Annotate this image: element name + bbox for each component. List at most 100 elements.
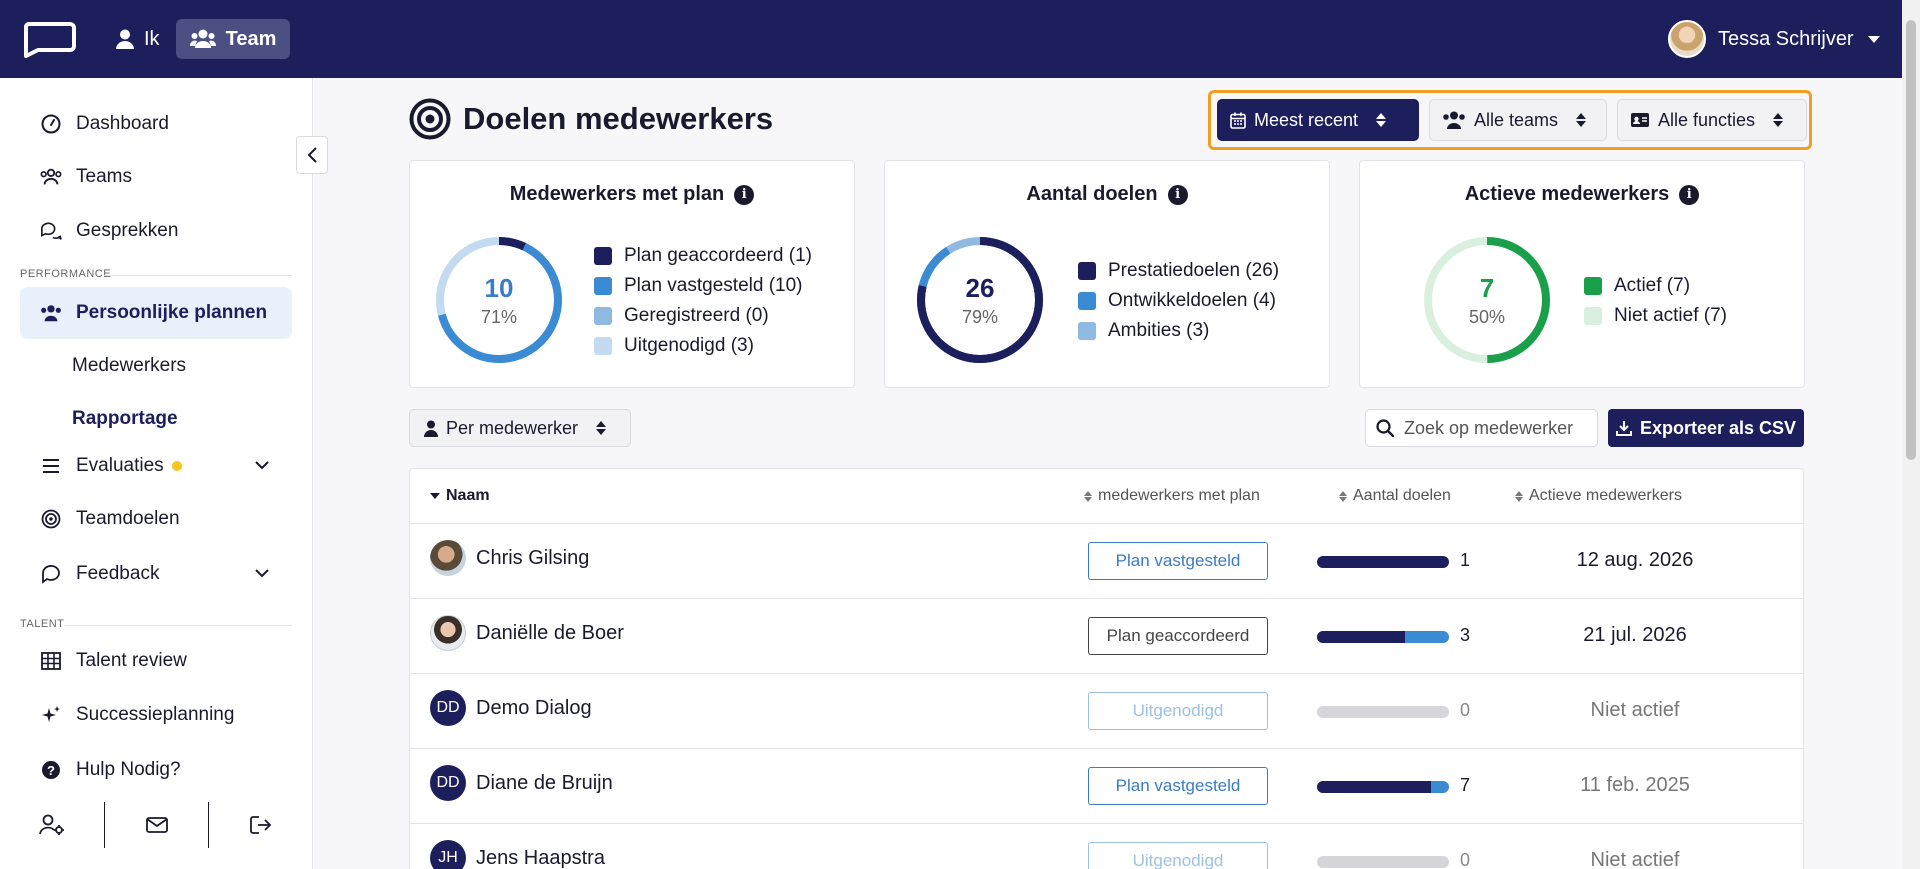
search-input[interactable]	[1404, 417, 1584, 439]
column-header-naam[interactable]: Naam	[430, 487, 490, 505]
legend-label: Actief (7)	[1614, 275, 1691, 296]
employee-name-cell: Chris Gilsing	[430, 540, 589, 576]
legend-item: Geregistreerd (0)	[594, 301, 812, 331]
legend-actief: Actief (7) Niet actief (7)	[1584, 271, 1727, 331]
column-header-label: Actieve medewerkers	[1529, 487, 1682, 504]
goals-count: 0	[1460, 700, 1471, 720]
status-badge: Uitgenodigd	[1088, 692, 1268, 730]
goals-count: 3	[1460, 625, 1471, 645]
sidebar-item-teams[interactable]: Teams	[20, 154, 292, 200]
card-medewerkers-met-plan: Medewerkers met plan i 10 71% Plan geacc…	[409, 160, 855, 388]
last-active-date: Niet actief	[1590, 849, 1680, 869]
sort-icon	[1084, 490, 1092, 502]
logout-button[interactable]	[209, 800, 313, 850]
per-medewerker-label: Per medewerker	[446, 417, 579, 438]
sidebar-item-feedback[interactable]: Feedback	[20, 551, 292, 597]
sidebar-item-persoonlijke-plannen[interactable]: Persoonlijke plannen	[20, 287, 292, 339]
nav-team-button[interactable]: Team	[176, 19, 290, 59]
sort-icon	[1339, 490, 1347, 502]
teams-select-value: Alle teams	[1474, 109, 1559, 130]
legend-swatch	[1078, 262, 1096, 280]
employee-name-cell: Daniëlle de Boer	[430, 615, 624, 651]
table-row[interactable]: JH Jens Haapstra Uitgenodigd 0 Niet actie…	[410, 824, 1803, 869]
sidebar-subitem-medewerkers[interactable]: Medewerkers	[72, 355, 186, 377]
nav-ik-button[interactable]: Ik	[108, 20, 168, 58]
search-icon	[1376, 419, 1394, 437]
svg-text:?: ?	[47, 763, 55, 778]
app-logo-icon[interactable]	[20, 20, 76, 58]
card-title-text: Medewerkers met plan	[509, 183, 725, 205]
last-active-date: Niet actief	[1590, 699, 1680, 721]
sidebar-item-gesprekken[interactable]: Gesprekken	[20, 208, 292, 254]
sidebar-item-dashboard[interactable]: Dashboard	[20, 101, 292, 147]
functies-select[interactable]: Alle functies	[1617, 99, 1807, 141]
column-header-actieve[interactable]: Actieve medewerkers	[1515, 487, 1682, 505]
sidebar-item-hulp[interactable]: ? Hulp Nodig?	[20, 747, 292, 793]
sidebar-item-label: Dashboard	[76, 113, 169, 134]
table-row[interactable]: DD Demo Dialog Uitgenodigd 0 Niet actief	[410, 674, 1803, 749]
sidebar-item-talent-review[interactable]: Talent review	[20, 638, 292, 684]
employee-name[interactable]: Chris Gilsing	[476, 547, 589, 570]
sidebar-item-evaluaties[interactable]: Evaluaties	[20, 443, 292, 489]
employee-name[interactable]: Demo Dialog	[476, 697, 592, 720]
column-header-aantal-doelen[interactable]: Aantal doelen	[1339, 487, 1451, 505]
employee-name-cell: DD Demo Dialog	[430, 690, 592, 726]
user-avatar	[1668, 20, 1706, 58]
card-title-text: Actieve medewerkers	[1464, 183, 1670, 205]
sidebar-item-label: Teamdoelen	[76, 508, 180, 529]
users-icon	[189, 29, 216, 48]
bar-segment-performance	[1317, 781, 1431, 793]
goals-count: 7	[1460, 775, 1471, 795]
collapse-sidebar-button[interactable]	[296, 136, 328, 174]
sort-select-value: Meest recent	[1254, 109, 1359, 130]
employee-name[interactable]: Diane de Bruijn	[476, 772, 613, 795]
table-row[interactable]: Chris Gilsing Plan vastgesteld 1 12 aug.…	[410, 524, 1803, 599]
page-scrollbar[interactable]	[1902, 0, 1920, 869]
sort-icon	[1515, 490, 1523, 502]
employee-name[interactable]: Jens Haapstra	[476, 847, 605, 869]
sidebar-item-teamdoelen[interactable]: Teamdoelen	[20, 496, 292, 542]
sort-desc-icon	[430, 493, 440, 499]
top-navigation-bar: Ik Team Tessa Schrijver	[0, 0, 1902, 78]
employee-name[interactable]: Daniëlle de Boer	[476, 622, 624, 645]
legend-item: Actief (7)	[1584, 271, 1727, 301]
search-field[interactable]	[1365, 409, 1598, 447]
table-row[interactable]: Daniëlle de Boer Plan geaccordeerd 3 21 …	[410, 599, 1803, 674]
legend-item: Plan geaccordeerd (1)	[594, 241, 812, 271]
table-row[interactable]: DD Diane de Bruijn Plan vastgesteld 7 11 …	[410, 749, 1803, 824]
user-settings-button[interactable]	[0, 800, 104, 850]
legend-item: Ambities (3)	[1078, 316, 1279, 346]
sidebar-item-label: Successieplanning	[76, 704, 235, 725]
goals-progress-bar	[1317, 781, 1449, 793]
sidebar-item-successieplanning[interactable]: Successieplanning	[20, 692, 292, 738]
info-icon[interactable]: i	[1167, 184, 1188, 205]
employee-name-cell: DD Diane de Bruijn	[430, 765, 613, 801]
target-icon	[40, 508, 62, 530]
sidebar-footer-actions	[0, 800, 313, 850]
sidebar-item-label: Hulp Nodig?	[76, 759, 181, 780]
export-csv-button[interactable]: Exporteer als CSV	[1608, 409, 1804, 447]
goals-progress-bar	[1317, 631, 1449, 643]
info-icon[interactable]: i	[1679, 184, 1700, 205]
teams-select[interactable]: Alle teams	[1429, 99, 1607, 141]
page-title: Doelen medewerkers	[409, 98, 773, 140]
caret-down-icon	[1867, 35, 1880, 43]
donut-number: 10	[484, 273, 514, 303]
user-menu[interactable]: Tessa Schrijver	[1668, 15, 1880, 63]
sort-select[interactable]: Meest recent	[1217, 99, 1419, 141]
legend-label: Prestatiedoelen (26)	[1108, 260, 1280, 281]
column-header-met-plan[interactable]: medewerkers met plan	[1084, 487, 1260, 505]
info-icon[interactable]: i	[734, 184, 755, 205]
per-medewerker-select[interactable]: Per medewerker	[409, 409, 631, 447]
legend-swatch	[594, 307, 612, 325]
sidebar-item-label: Feedback	[76, 563, 160, 584]
goals-count: 1	[1460, 550, 1471, 570]
scrollbar-thumb[interactable]	[1906, 20, 1916, 460]
card-actieve-medewerkers: Actieve medewerkers i 7 50% Actief (7) N…	[1359, 160, 1805, 388]
legend-item: Ontwikkeldoelen (4)	[1078, 286, 1279, 316]
column-header-label: Aantal doelen	[1353, 487, 1451, 504]
sidebar-subitem-rapportage[interactable]: Rapportage	[72, 408, 178, 430]
messages-button[interactable]	[105, 800, 209, 850]
sidebar-item-label: Gesprekken	[76, 220, 179, 241]
legend-item: Niet actief (7)	[1584, 301, 1727, 331]
